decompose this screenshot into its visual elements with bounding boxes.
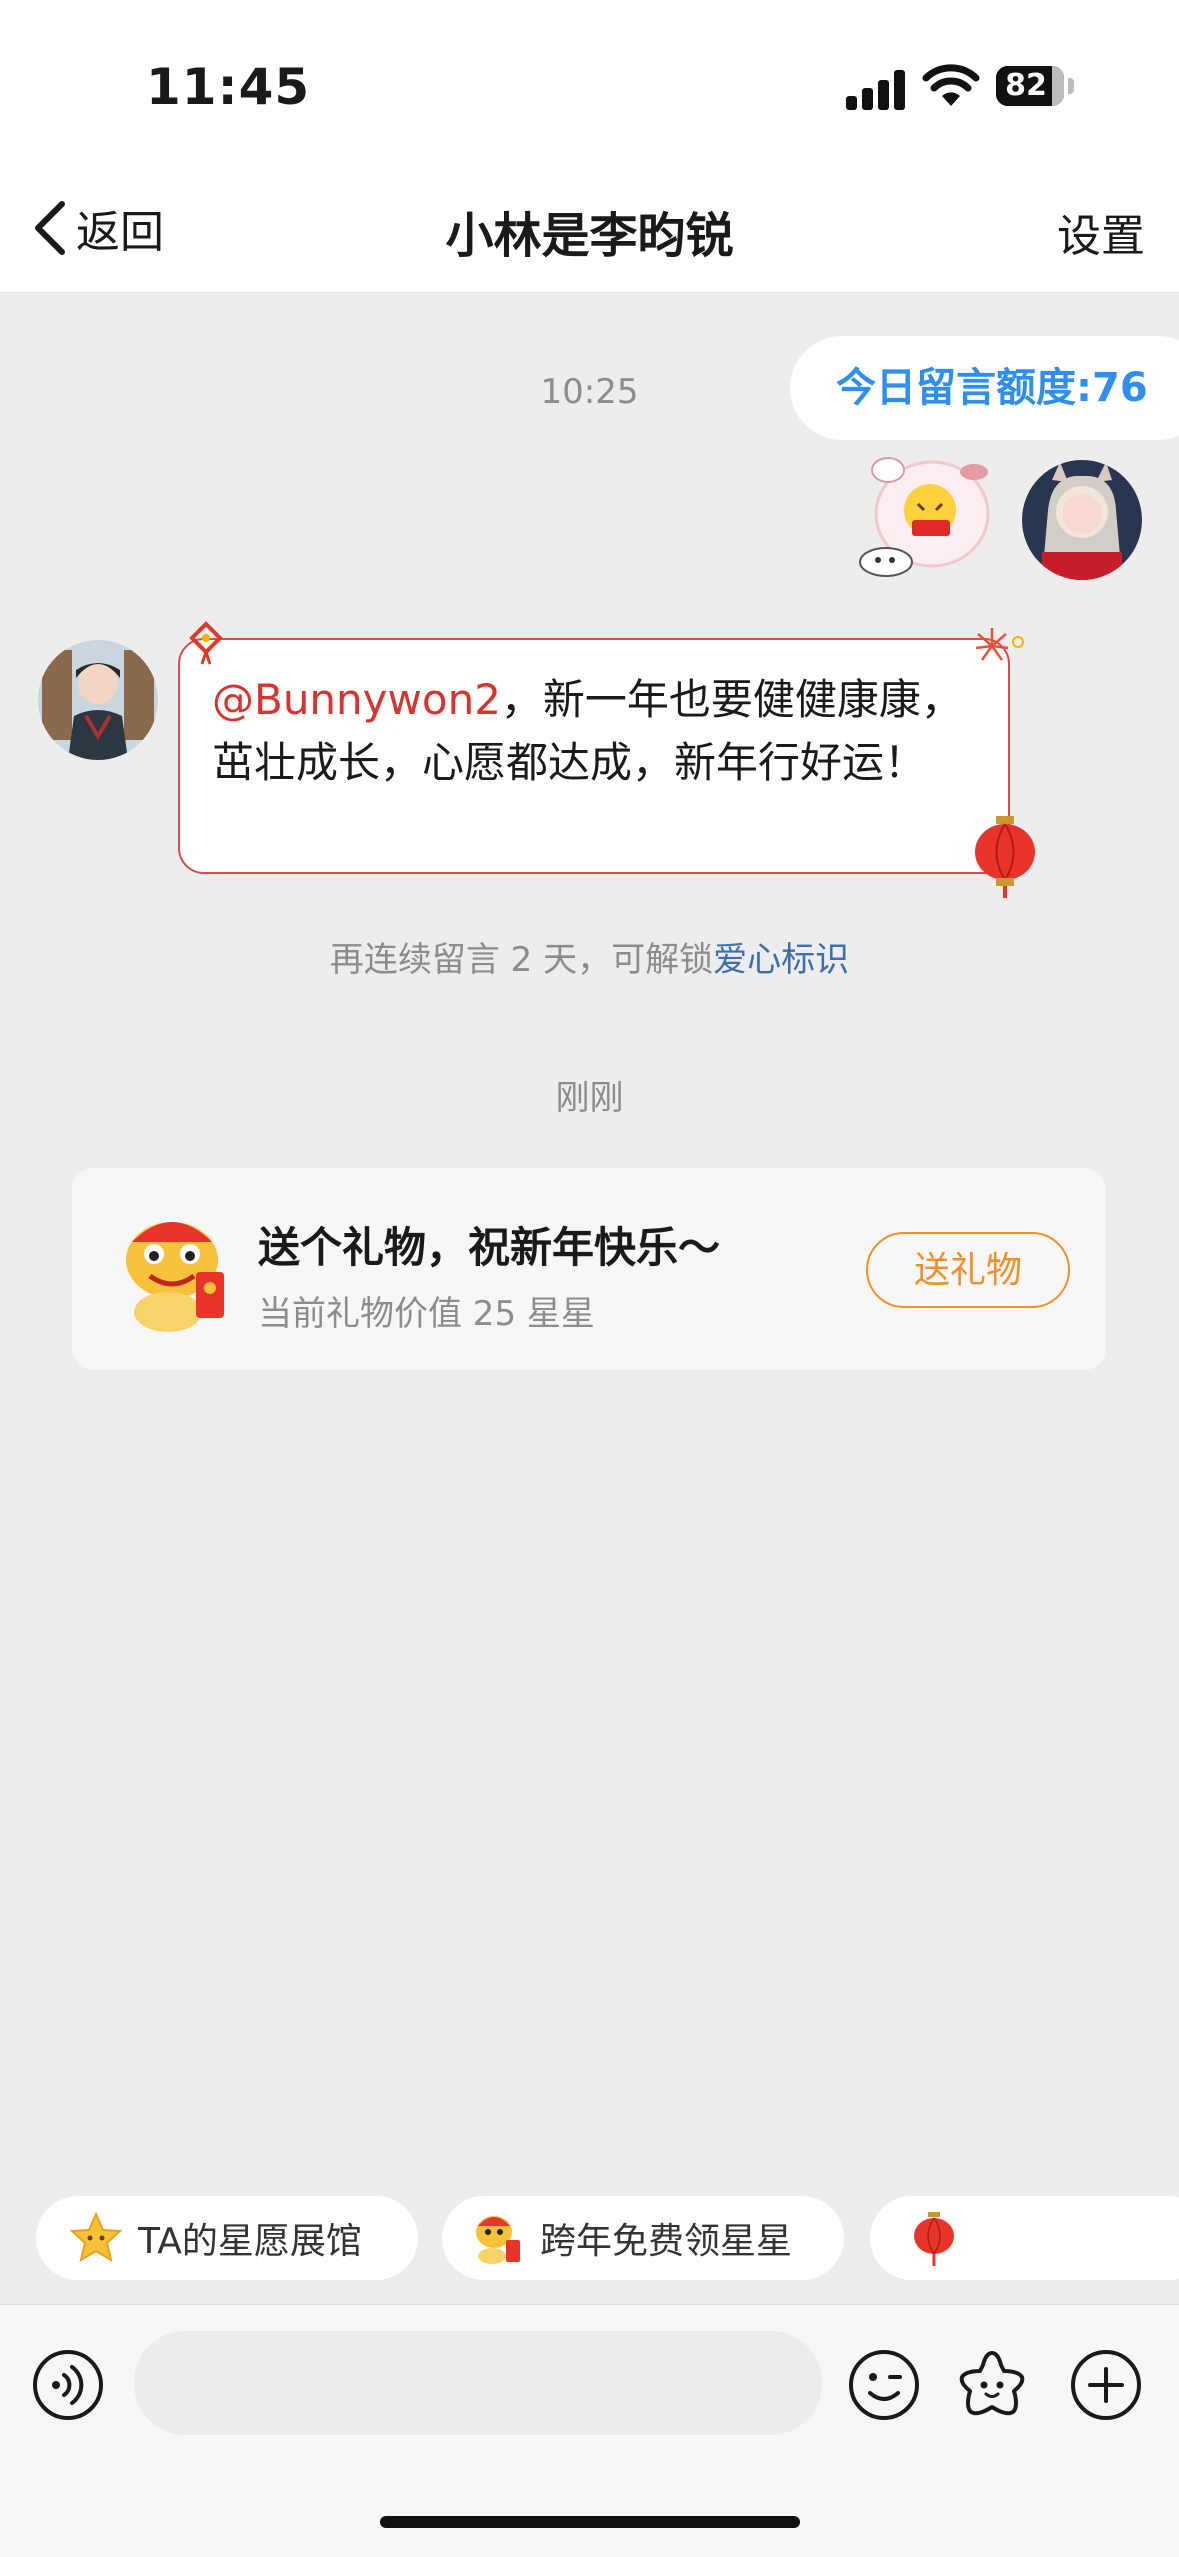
back-label: 返回 (76, 207, 164, 258)
battery-icon: 82 (996, 66, 1064, 106)
message-quota-badge[interactable]: 今日留言额度:76 (790, 336, 1179, 440)
firework-icon (975, 628, 1024, 661)
chip-wish-gallery[interactable]: TA的星愿展馆 (36, 2196, 418, 2280)
gift-card-subtitle: 当前礼物价值 25 星星 (258, 1294, 595, 1334)
timestamp: 刚刚 (555, 1078, 624, 1118)
star-icon (69, 2211, 123, 2263)
chip-lantern[interactable] (870, 2196, 1179, 2280)
page-title: 小林是李昀锐 (445, 208, 734, 264)
message-bubble[interactable]: @Bunnywon2，新一年也要健健康康，茁壮成长，心愿都达成，新年行好运！ (178, 638, 1010, 874)
settings-button[interactable]: 设置 (1057, 200, 1145, 264)
message-input[interactable] (134, 2331, 822, 2435)
gift-card[interactable]: 送个礼物，祝新年快乐～ 当前礼物价值 25 星星 送礼物 (72, 1168, 1106, 1370)
plus-icon[interactable] (1068, 2347, 1144, 2423)
chip-label: TA的星愿展馆 (138, 2221, 362, 2262)
lantern-icon (975, 816, 1035, 898)
status-time: 11:45 (146, 58, 311, 116)
contact-avatar[interactable] (38, 640, 158, 760)
streak-hint: 再连续留言 2 天，可解锁爱心标识 (0, 932, 1179, 981)
lantern-icon (914, 2212, 954, 2266)
star-badge-icon[interactable] (954, 2347, 1030, 2423)
cellular-signal-icon (846, 70, 908, 110)
sticker-avatar-frame[interactable] (856, 452, 996, 582)
battery-tip (1068, 78, 1074, 94)
emoji-icon[interactable] (846, 2347, 922, 2423)
top-bar: 11:45 82 返回 小林是李昀锐 设置 (0, 0, 1179, 293)
home-indicator[interactable] (380, 2516, 800, 2528)
my-avatar[interactable] (1022, 460, 1142, 580)
lion-dance-icon (476, 2216, 520, 2264)
mention-link[interactable]: @Bunnywon2 (212, 675, 501, 724)
wifi-icon (922, 64, 980, 106)
battery-level: 82 (1005, 68, 1047, 103)
gift-card-title: 送个礼物，祝新年快乐～ (258, 1223, 721, 1272)
back-button[interactable]: 返回 (30, 196, 164, 260)
lion-dance-gift-icon (126, 1222, 224, 1332)
chevron-left-icon (35, 201, 65, 255)
chinese-knot-icon (189, 621, 223, 665)
streak-hint-text: 再连续留言 2 天，可解锁 (329, 940, 714, 980)
heart-badge-link[interactable]: 爱心标识 (713, 940, 849, 980)
voice-icon[interactable] (30, 2347, 106, 2423)
chip-label: 跨年免费领星星 (540, 2221, 793, 2262)
chip-free-stars[interactable]: 跨年免费领星星 (442, 2196, 844, 2280)
send-gift-button[interactable]: 送礼物 (866, 1232, 1070, 1308)
